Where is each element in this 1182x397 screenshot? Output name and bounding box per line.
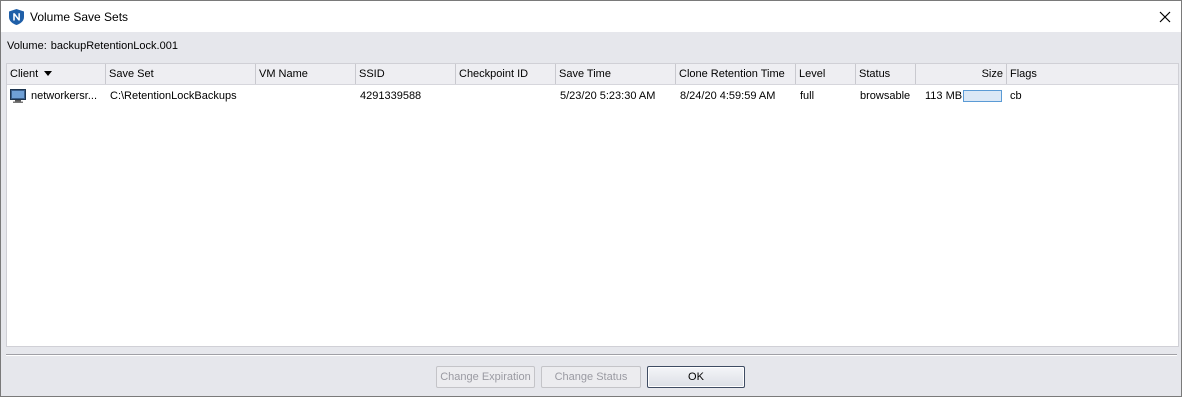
volume-info: Volume: backupRetentionLock.001	[7, 40, 182, 52]
column-header-client[interactable]: Client	[7, 64, 106, 84]
change-expiration-button[interactable]: Change Expiration	[436, 366, 535, 388]
cell-ssid: 4291339588	[360, 90, 422, 102]
ok-button[interactable]: OK	[647, 366, 745, 388]
column-header-clone-retention-time[interactable]: Clone Retention Time	[676, 64, 796, 84]
cell-size: 113 MB	[925, 90, 963, 102]
cell-clone-retention-time: 8/24/20 4:59:59 AM	[680, 90, 776, 102]
column-header-ssid[interactable]: SSID	[356, 64, 456, 84]
computer-icon	[10, 89, 26, 103]
column-header-size[interactable]: Size	[916, 64, 1007, 84]
table-header: Client Save Set VM Name SSID Checkpoint …	[7, 64, 1178, 85]
title-bar: Volume Save Sets	[1, 1, 1181, 32]
size-bar	[963, 90, 1002, 102]
cell-status: browsable	[860, 90, 911, 102]
networker-shield-icon	[9, 9, 24, 25]
column-header-flags[interactable]: Flags	[1007, 64, 1178, 84]
table-row[interactable]: networkersr... C:\RetentionLockBackups 4…	[7, 86, 1178, 106]
cell-flags: cb	[1010, 90, 1022, 102]
cell-client: networkersr...	[31, 90, 98, 102]
change-status-button[interactable]: Change Status	[541, 366, 641, 388]
volume-save-sets-window: Volume Save Sets Volume: backupRetentionL…	[0, 0, 1182, 397]
window-title: Volume Save Sets	[30, 10, 129, 24]
column-header-vm-name[interactable]: VM Name	[256, 64, 356, 84]
cell-vm-name	[257, 86, 357, 106]
cell-save-time: 5/23/20 5:23:30 AM	[560, 90, 656, 102]
volume-value: backupRetentionLock.001	[50, 40, 178, 52]
volume-label: Volume:	[7, 40, 47, 52]
column-header-checkpoint-id[interactable]: Checkpoint ID	[456, 64, 556, 84]
close-icon	[1159, 11, 1171, 22]
cell-level: full	[800, 90, 815, 102]
column-header-save-time[interactable]: Save Time	[556, 64, 676, 84]
column-header-status[interactable]: Status	[856, 64, 916, 84]
column-header-save-set[interactable]: Save Set	[106, 64, 256, 84]
cell-checkpoint-id	[457, 86, 557, 106]
close-button[interactable]	[1149, 1, 1181, 32]
save-sets-table: Client Save Set VM Name SSID Checkpoint …	[6, 63, 1179, 347]
divider	[6, 354, 1177, 356]
column-header-client-label: Client	[10, 68, 39, 80]
sort-descending-icon	[44, 71, 52, 76]
column-header-level[interactable]: Level	[796, 64, 856, 84]
cell-save-set: C:\RetentionLockBackups	[110, 90, 237, 102]
